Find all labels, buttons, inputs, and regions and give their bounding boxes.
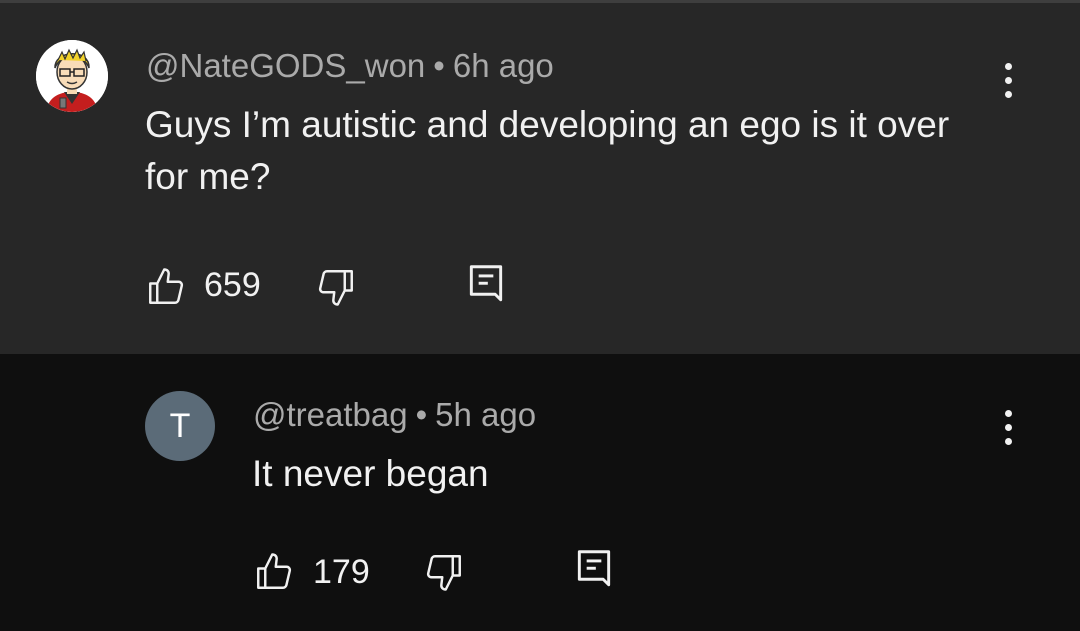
reply-icon[interactable] — [572, 548, 616, 599]
comment-text: It never began — [252, 453, 489, 494]
like-count: 179 — [313, 553, 370, 591]
comment-header: @NateGODS_won • 6h ago — [146, 47, 554, 85]
reply-icon[interactable] — [464, 263, 508, 314]
separator-dot: • — [433, 47, 445, 84]
timestamp[interactable]: 6h ago — [453, 47, 554, 84]
author-name[interactable]: @treatbag — [253, 396, 408, 433]
thumbs-up-icon[interactable] — [253, 551, 295, 598]
more-vertical-icon[interactable] — [993, 55, 1023, 105]
comment-reply: T @treatbag • 5h ago It never began 179 — [0, 354, 1080, 631]
timestamp[interactable]: 5h ago — [435, 396, 536, 433]
author-name[interactable]: @NateGODS_won — [146, 47, 425, 84]
thumbs-down-icon[interactable] — [315, 266, 357, 313]
thumbs-down-icon[interactable] — [423, 551, 465, 598]
separator-dot: • — [415, 396, 428, 433]
more-vertical-icon[interactable] — [993, 402, 1023, 452]
comment-header: @treatbag • 5h ago — [253, 396, 536, 434]
avatar[interactable]: T — [145, 391, 215, 461]
thumbs-up-icon[interactable] — [145, 266, 187, 313]
like-count: 659 — [204, 266, 261, 304]
comment-parent: @NateGODS_won • 6h ago Guys I’m autistic a… — [0, 3, 1080, 354]
cartoon-avatar-icon — [36, 40, 108, 112]
avatar-letter: T — [169, 407, 191, 445]
avatar[interactable] — [36, 40, 108, 112]
comment-text: Guys I’m autistic and developing an ego … — [145, 104, 950, 197]
